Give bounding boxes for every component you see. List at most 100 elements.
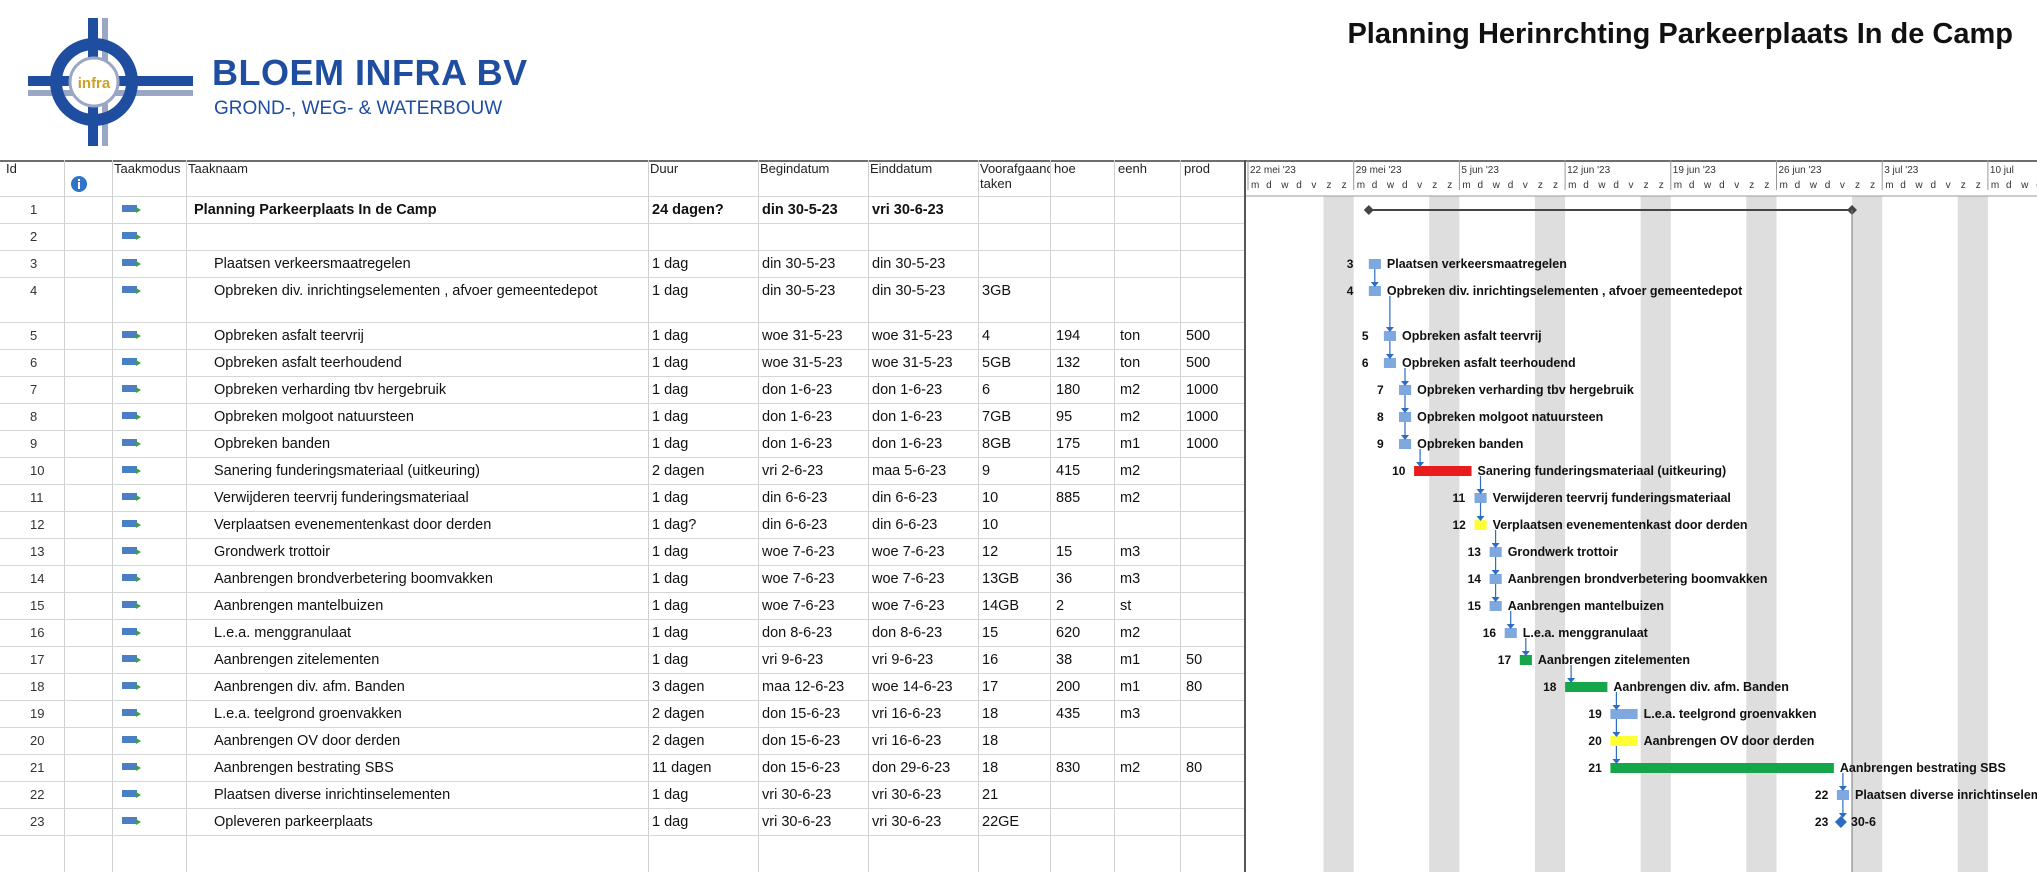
task-id-cell[interactable]: 16	[30, 624, 44, 642]
column-separator[interactable]	[1114, 160, 1115, 872]
start-date-cell[interactable]: din 30-5-23	[762, 282, 835, 300]
start-date-cell[interactable]: don 8-6-23	[762, 624, 832, 642]
task-id-cell[interactable]: 4	[30, 282, 37, 300]
start-date-cell[interactable]: vri 2-6-23	[762, 462, 823, 480]
duration-cell[interactable]: 1 dag	[652, 624, 688, 642]
quantity-cell[interactable]: 200	[1056, 678, 1080, 696]
task-id-cell[interactable]: 15	[30, 597, 44, 615]
column-header-duration[interactable]: Duur	[648, 160, 756, 196]
start-date-cell[interactable]: woe 7-6-23	[762, 543, 835, 561]
task-id-cell[interactable]: 10	[30, 462, 44, 480]
predecessors-cell[interactable]: 16	[982, 651, 998, 669]
predecessors-cell[interactable]: 8GB	[982, 435, 1011, 453]
duration-cell[interactable]: 3 dagen	[652, 678, 704, 696]
column-header-name[interactable]: Taaknaam	[186, 160, 646, 196]
unit-cell[interactable]: m3	[1120, 570, 1140, 588]
start-date-cell[interactable]: don 15-6-23	[762, 732, 840, 750]
task-id-cell[interactable]: 3	[30, 255, 37, 273]
production-cell[interactable]: 80	[1186, 759, 1202, 777]
column-header-finish[interactable]: Einddatum	[868, 160, 976, 196]
unit-cell[interactable]: m3	[1120, 543, 1140, 561]
task-name-cell[interactable]: Plaatsen diverse inrichtinselementen	[214, 786, 634, 804]
task-name-cell[interactable]: Aanbrengen mantelbuizen	[214, 597, 634, 615]
column-header-mode[interactable]: Taakmodus	[112, 160, 186, 196]
production-cell[interactable]: 500	[1186, 354, 1210, 372]
task-id-cell[interactable]: 6	[30, 354, 37, 372]
unit-cell[interactable]: m1	[1120, 435, 1140, 453]
duration-cell[interactable]: 11 dagen	[652, 759, 711, 777]
task-name-cell[interactable]: Opleveren parkeerplaats	[214, 813, 634, 831]
predecessors-cell[interactable]: 10	[982, 489, 998, 507]
quantity-cell[interactable]: 194	[1056, 327, 1080, 345]
task-name-cell[interactable]: Grondwerk trottoir	[214, 543, 634, 561]
task-name-cell[interactable]: Aanbrengen zitelementen	[214, 651, 634, 669]
task-id-cell[interactable]: 12	[30, 516, 44, 534]
task-name-cell[interactable]: Verplaatsen evenementenkast door derden	[214, 516, 634, 534]
unit-cell[interactable]: m2	[1120, 408, 1140, 426]
task-id-cell[interactable]: 7	[30, 381, 37, 399]
start-date-cell[interactable]: don 15-6-23	[762, 705, 840, 723]
task-bar[interactable]	[1414, 466, 1472, 476]
unit-cell[interactable]: m2	[1120, 489, 1140, 507]
finish-date-cell[interactable]: vri 30-6-23	[872, 786, 941, 804]
unit-cell[interactable]: m2	[1120, 624, 1140, 642]
predecessors-cell[interactable]: 17	[982, 678, 998, 696]
milestone-marker[interactable]	[1834, 816, 1847, 828]
task-id-cell[interactable]: 22	[30, 786, 44, 804]
unit-cell[interactable]: m1	[1120, 678, 1140, 696]
task-id-cell[interactable]: 23	[30, 813, 44, 831]
task-bar[interactable]	[1519, 655, 1532, 665]
predecessors-cell[interactable]: 4	[982, 327, 990, 345]
unit-cell[interactable]: m2	[1120, 462, 1140, 480]
finish-date-cell[interactable]: woe 7-6-23	[872, 597, 945, 615]
finish-date-cell[interactable]: din 30-5-23	[872, 255, 945, 273]
task-bar[interactable]	[1474, 520, 1487, 530]
finish-date-cell[interactable]: don 1-6-23	[872, 408, 942, 426]
task-name-cell[interactable]: Aanbrengen brondverbetering boomvakken	[214, 570, 634, 588]
task-bar[interactable]	[1383, 358, 1396, 368]
duration-cell[interactable]: 1 dag	[652, 786, 688, 804]
start-date-cell[interactable]: maa 12-6-23	[762, 678, 844, 696]
task-name-cell[interactable]: Opbreken verharding tbv hergebruik	[214, 381, 634, 399]
task-id-cell[interactable]: 13	[30, 543, 44, 561]
column-header-quantity[interactable]: hoe	[1052, 160, 1114, 196]
quantity-cell[interactable]: 620	[1056, 624, 1080, 642]
task-id-cell[interactable]: 2	[30, 228, 37, 246]
task-bar[interactable]	[1489, 547, 1502, 557]
task-name-cell[interactable]: Opbreken div. inrichtingselementen , afv…	[214, 282, 634, 300]
predecessors-cell[interactable]: 22GE	[982, 813, 1019, 831]
start-date-cell[interactable]: don 1-6-23	[762, 381, 832, 399]
task-bar[interactable]	[1504, 628, 1517, 638]
finish-date-cell[interactable]: don 29-6-23	[872, 759, 950, 777]
task-name-cell[interactable]: Opbreken molgoot natuursteen	[214, 408, 634, 426]
unit-cell[interactable]: ton	[1120, 354, 1140, 372]
duration-cell[interactable]: 1 dag	[652, 408, 688, 426]
production-cell[interactable]: 1000	[1186, 435, 1218, 453]
task-bar[interactable]	[1399, 412, 1412, 422]
task-bar[interactable]	[1399, 385, 1412, 395]
quantity-cell[interactable]: 95	[1056, 408, 1072, 426]
finish-date-cell[interactable]: din 30-5-23	[872, 282, 945, 300]
start-date-cell[interactable]: woe 7-6-23	[762, 570, 835, 588]
quantity-cell[interactable]: 415	[1056, 462, 1080, 480]
column-separator[interactable]	[64, 160, 65, 872]
task-id-cell[interactable]: 20	[30, 732, 44, 750]
finish-date-cell[interactable]: din 6-6-23	[872, 489, 937, 507]
finish-date-cell[interactable]: vri 9-6-23	[872, 651, 933, 669]
task-bar[interactable]	[1489, 601, 1502, 611]
duration-cell[interactable]: 1 dag	[652, 813, 688, 831]
finish-date-cell[interactable]: maa 5-6-23	[872, 462, 946, 480]
finish-date-cell[interactable]: don 8-6-23	[872, 624, 942, 642]
task-bar[interactable]	[1610, 709, 1638, 719]
column-separator[interactable]	[112, 160, 113, 872]
quantity-cell[interactable]: 36	[1056, 570, 1072, 588]
unit-cell[interactable]: m2	[1120, 381, 1140, 399]
task-bar[interactable]	[1836, 790, 1849, 800]
quantity-cell[interactable]: 180	[1056, 381, 1080, 399]
task-name-cell[interactable]: Sanering funderingsmateriaal (uitkeuring…	[214, 462, 634, 480]
task-bar[interactable]	[1610, 763, 1834, 773]
duration-cell[interactable]: 1 dag	[652, 255, 688, 273]
start-date-cell[interactable]: woe 31-5-23	[762, 354, 843, 372]
production-cell[interactable]: 1000	[1186, 381, 1218, 399]
duration-cell[interactable]: 2 dagen	[652, 705, 704, 723]
